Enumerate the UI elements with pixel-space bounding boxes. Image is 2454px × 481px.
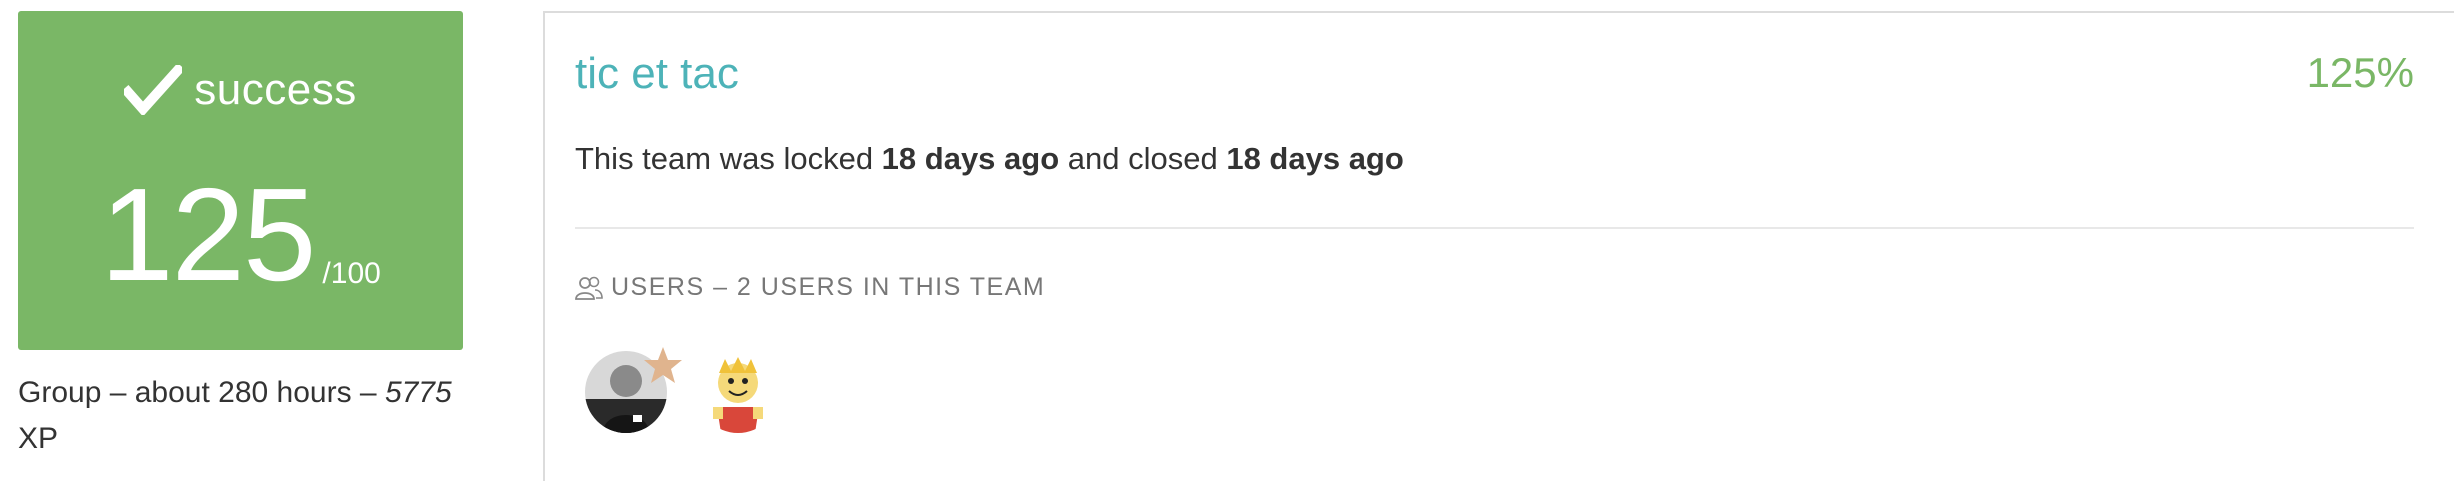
team-panel: tic et tac 125% This team was locked 18 … [543,11,2454,481]
xp-value: 5775 [384,376,452,409]
checkmark-icon [124,65,183,115]
users-header-label: Users – 2 users in this team [611,273,1046,301]
users-header: Users – 2 users in this team [575,273,1045,302]
group-meta: Group – about 280 hours – 5775 XP [18,370,468,462]
score-value: 125 [100,161,316,308]
team-status: This team was locked 18 days ago and clo… [575,141,1404,177]
score-max: /100 [322,257,381,290]
user-avatar-cartoon[interactable] [697,351,779,433]
status-head: success [18,65,463,115]
status-middle: and closed [1059,141,1227,176]
users-icon [575,276,603,300]
avatar-item [697,351,809,433]
avatar-item [585,347,697,433]
closed-ago: 18 days ago [1226,141,1404,176]
locked-ago: 18 days ago [881,141,1060,176]
group-meta-text: Group – about 280 hours – [18,376,385,409]
xp-unit: XP [18,422,59,455]
team-name[interactable]: tic et tac [575,49,739,99]
star-icon [644,347,682,383]
status-prefix: This team was locked [575,141,882,176]
status-label: success [194,65,357,114]
team-percent: 125% [2306,49,2414,96]
divider [575,227,2414,229]
avatar-list [585,347,809,433]
status-card: success 125 /100 [18,11,463,350]
score-display: 125 /100 [18,169,463,301]
